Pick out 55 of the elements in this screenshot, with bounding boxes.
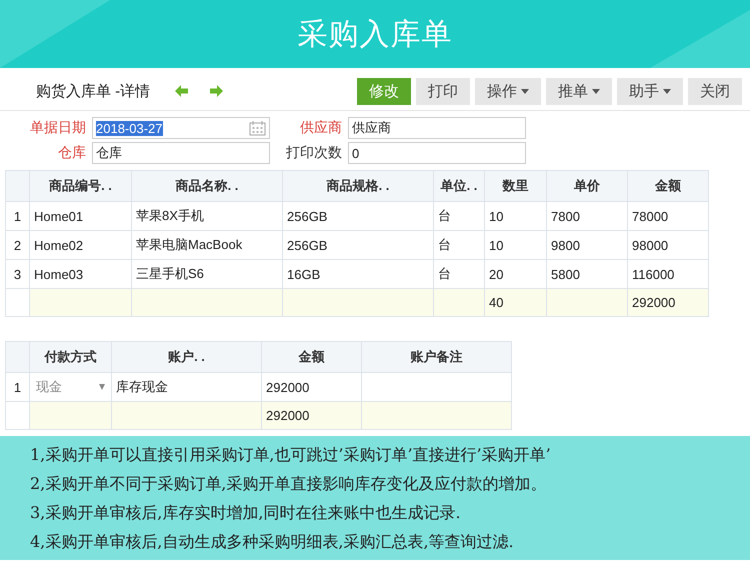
column-header: 付款方式	[30, 342, 112, 372]
input-field[interactable]: 仓库	[92, 142, 270, 164]
column-header: 数里	[484, 170, 546, 202]
field-label: 供应商	[299, 119, 343, 137]
column-header: 商品规格. .	[282, 170, 434, 202]
row-number: 1	[6, 202, 30, 230]
column-header: 金额	[262, 342, 362, 372]
dropdown-button[interactable]: 操作	[475, 78, 541, 104]
row-number: 2	[6, 230, 30, 260]
payment-method-select[interactable]: 现金	[30, 373, 111, 401]
field-label: 单据日期	[29, 119, 87, 137]
input-field[interactable]: 0	[348, 142, 526, 164]
note-text: 2,采购开单不同于采购订单,采购开单直接影响库存变化及应付款的增加。	[30, 473, 548, 495]
input-field[interactable]: 供应商	[348, 117, 526, 139]
row-number: 3	[6, 260, 30, 288]
toolbar-button[interactable]: 关闭	[688, 78, 742, 104]
calendar-icon[interactable]	[249, 120, 266, 136]
table-cell: 苹果电脑MacBook	[132, 230, 282, 260]
table-cell: 98000	[628, 230, 708, 260]
table-cell: 10	[484, 230, 546, 260]
total-cell: 40	[484, 288, 546, 316]
detail-title: 购货入库单 -详情	[36, 82, 150, 100]
dropdown-button[interactable]: 助手	[617, 78, 683, 104]
column-header: 账户备注	[362, 342, 512, 372]
table-cell: 256GB	[282, 202, 434, 230]
forward-arrow-icon[interactable]	[208, 84, 224, 98]
table-cell: 7800	[546, 202, 628, 230]
column-header: 账户. .	[112, 342, 262, 372]
table-cell: 9800	[546, 230, 628, 260]
column-header: 单价	[546, 170, 628, 202]
column-header: 金额	[628, 170, 708, 202]
note-text: 4,采购开单审核后,自动生成多种采购明细表,采购汇总表,等查询过滤.	[30, 531, 515, 553]
table-cell: 256GB	[282, 230, 434, 260]
note-text: 1,采购开单可以直接引用采购订单,也可跳过’采购订单’直接进行’采购开单’	[30, 444, 552, 466]
column-header: 单位. .	[434, 170, 484, 202]
back-arrow-icon[interactable]	[174, 84, 190, 98]
date-field[interactable]: 2018-03-27	[92, 117, 270, 139]
toolbar-button[interactable]: 打印	[416, 78, 470, 104]
column-header: 商品编号. .	[30, 170, 132, 202]
page-title: 采购入库单	[298, 16, 452, 52]
row-number: 1	[6, 372, 30, 402]
field-label: 仓库	[57, 144, 87, 162]
column-header: 商品名称. .	[132, 170, 282, 202]
total-cell: 292000	[262, 402, 362, 430]
table-cell: Home01	[30, 202, 132, 230]
dropdown-button[interactable]: 推单	[546, 78, 612, 104]
total-cell: 292000	[628, 288, 708, 316]
table-cell: 台	[434, 230, 484, 260]
table-cell: 台	[434, 202, 484, 230]
field-label: 打印次数	[285, 144, 343, 162]
note-text: 3,采购开单审核后,库存实时增加,同时在往来账中也生成记录.	[30, 502, 462, 524]
table-cell: Home02	[30, 230, 132, 260]
table-cell: 10	[484, 202, 546, 230]
table-cell: 78000	[628, 202, 708, 230]
table-cell: 苹果8X手机	[132, 202, 282, 230]
